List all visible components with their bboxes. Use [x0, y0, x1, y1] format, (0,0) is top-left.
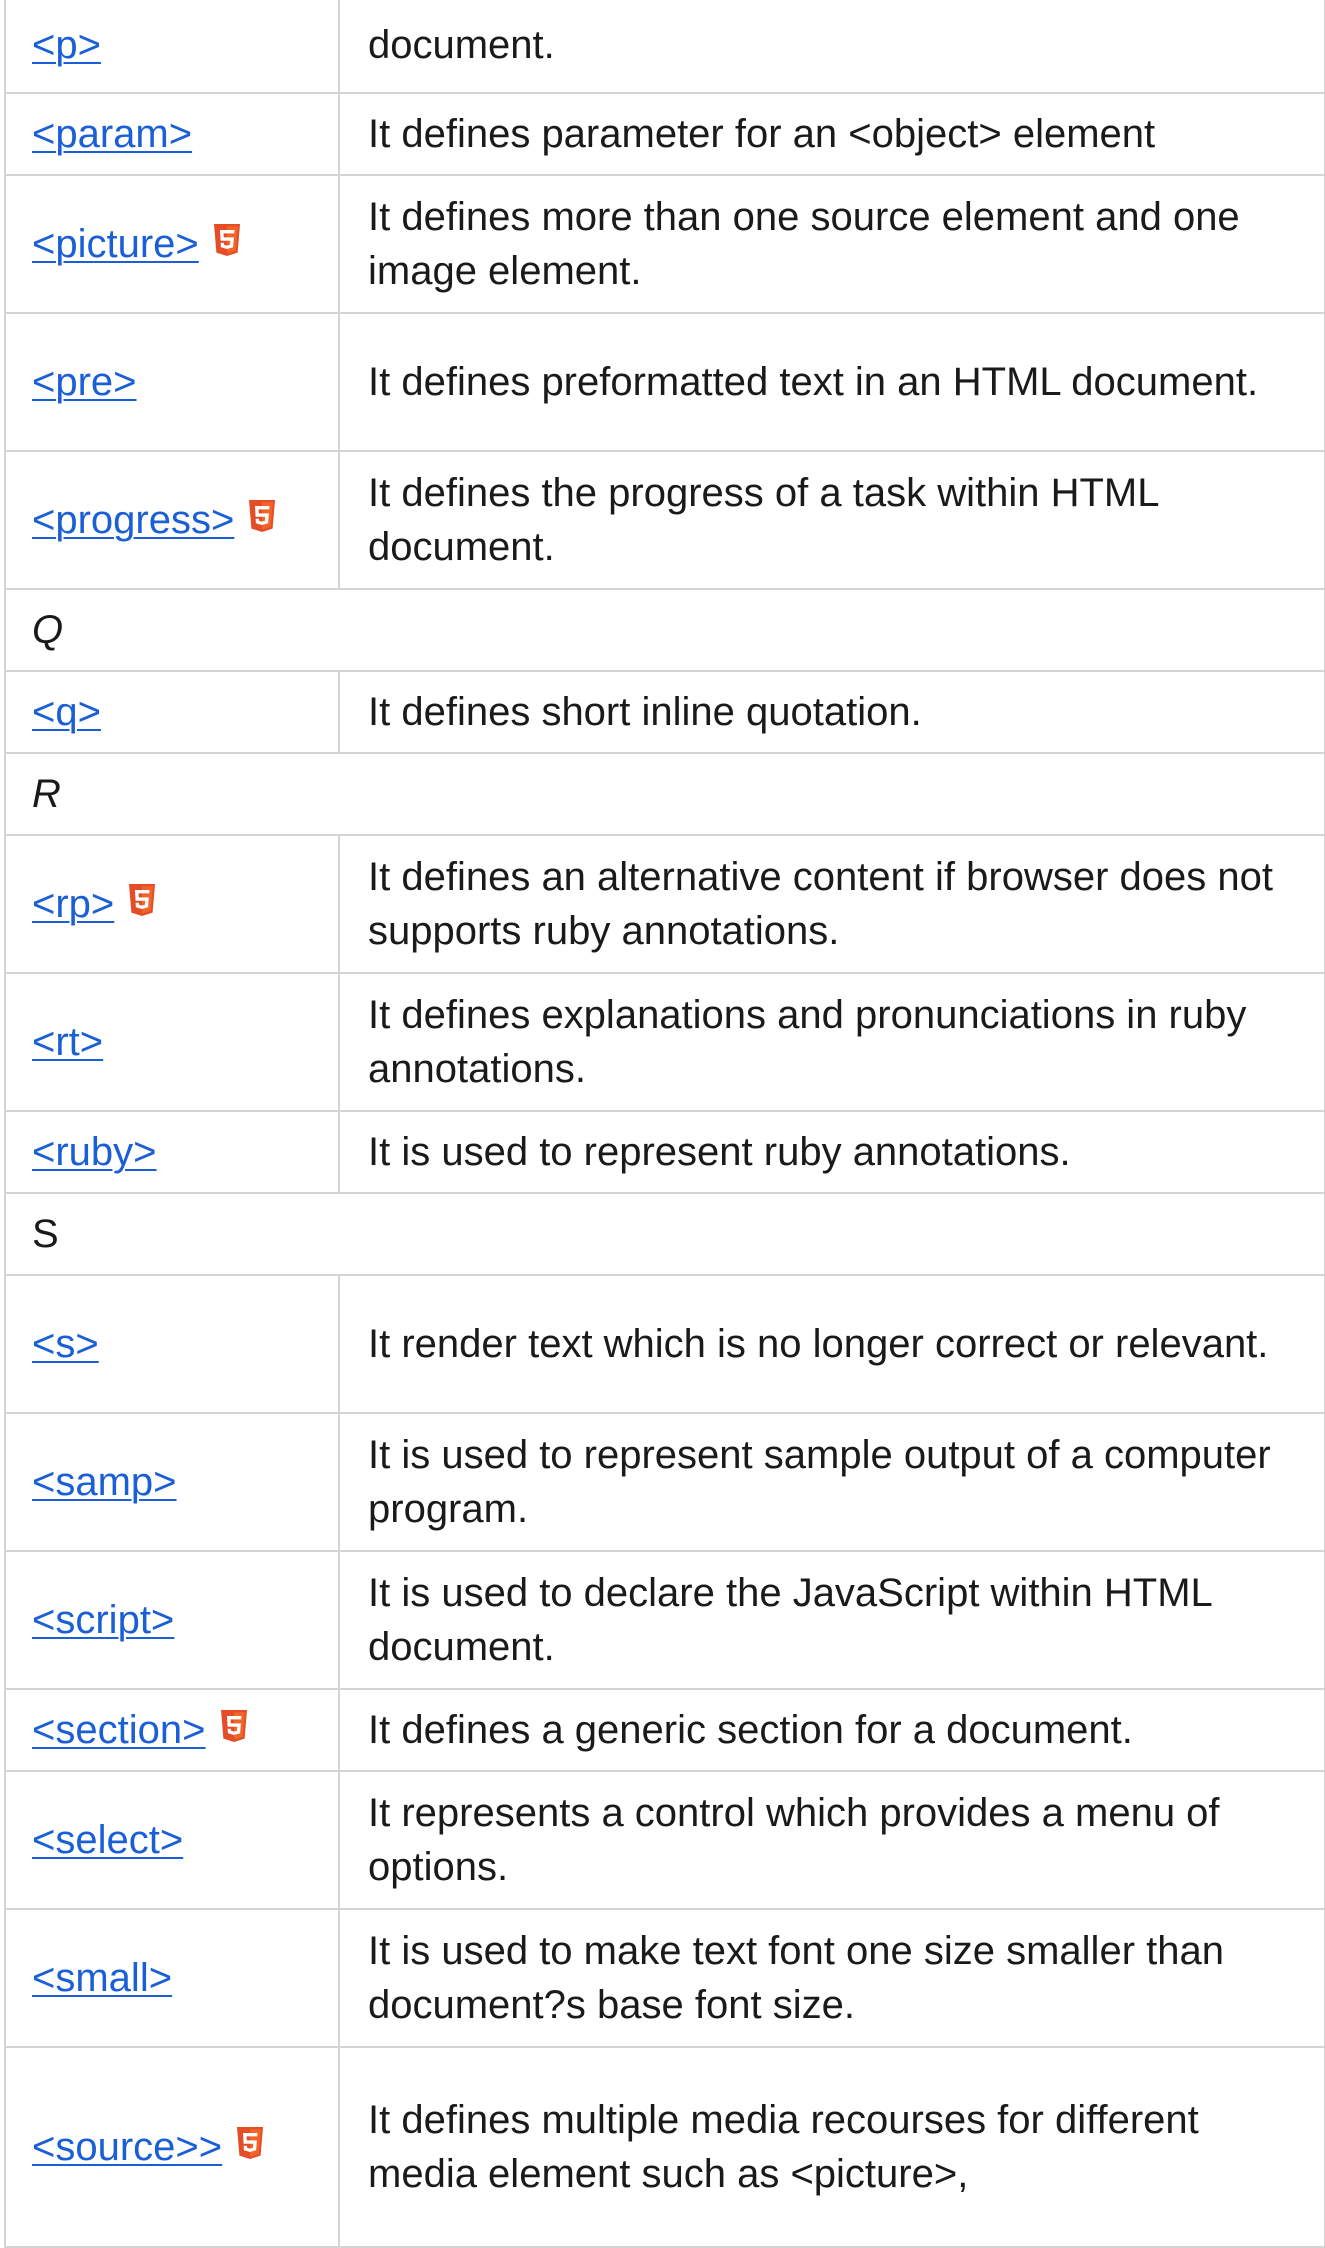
table-row: <source>> It defines multiple media reco… — [4, 2046, 1325, 2248]
html-tags-table: <p> document. <param> It defines parameter … — [4, 0, 1325, 2248]
html5-icon — [249, 500, 276, 532]
html5-icon — [220, 1710, 247, 1742]
table-row: <q> It defines short inline quotation. — [4, 670, 1325, 754]
tag-description: It defines an alternative content if bro… — [338, 834, 1325, 974]
tag-cell: <pre> — [4, 312, 340, 452]
table-row: <select> It represents a control which pr… — [4, 1770, 1325, 1910]
tag-cell: <rt> — [4, 972, 340, 1112]
tag-cell: <source>> — [4, 2046, 340, 2248]
table-row: <s> It render text which is no longer cor… — [4, 1274, 1325, 1414]
tag-link[interactable]: <small> — [32, 1956, 172, 2000]
tag-description: It defines a generic section for a docum… — [338, 1688, 1325, 1772]
tag-link[interactable]: <pre> — [32, 360, 137, 404]
tag-cell: <small> — [4, 1908, 340, 2048]
table-row: <pre> It defines preformatted text in an … — [4, 312, 1325, 452]
section-row-r: R — [4, 752, 1325, 836]
table-row: <section> It defines a generic section f… — [4, 1688, 1325, 1772]
table-row: <picture> It defines more than one sourc… — [4, 174, 1325, 314]
html5-icon — [213, 224, 240, 256]
section-row-s: S — [4, 1192, 1325, 1276]
tag-description: It represents a control which provides a… — [338, 1770, 1325, 1910]
tag-link[interactable]: <rp> — [32, 882, 114, 926]
tag-cell: <s> — [4, 1274, 340, 1414]
tag-cell: <select> — [4, 1770, 340, 1910]
table-row: <small> It is used to make text font one … — [4, 1908, 1325, 2048]
tag-description: It defines short inline quotation. — [338, 670, 1325, 754]
tag-description: It is used to represent sample output of… — [338, 1412, 1325, 1552]
table-row: <ruby> It is used to represent ruby annot… — [4, 1110, 1325, 1194]
tag-description: It defines preformatted text in an HTML … — [338, 312, 1325, 452]
tag-cell: <picture> — [4, 174, 340, 314]
section-row-q: Q — [4, 588, 1325, 672]
tag-link[interactable]: <select> — [32, 1818, 183, 1862]
html5-icon — [129, 884, 156, 916]
table-row: <progress> It defines the progress of a … — [4, 450, 1325, 590]
tag-link[interactable]: <rt> — [32, 1020, 103, 1064]
tag-description: It defines explanations and pronunciatio… — [338, 972, 1325, 1112]
table-row: <rt> It defines explanations and pronunci… — [4, 972, 1325, 1112]
html-tags-table-body: <p> document. <param> It defines parameter … — [4, 0, 1325, 2248]
section-letter: R — [4, 752, 1325, 836]
html5-icon — [237, 2127, 264, 2159]
tag-cell: <param> — [4, 92, 340, 176]
tag-link[interactable]: <progress> — [32, 498, 234, 542]
tag-cell: <section> — [4, 1688, 340, 1772]
table-row: <samp> It is used to represent sample out… — [4, 1412, 1325, 1552]
tag-description: It defines the progress of a task within… — [338, 450, 1325, 590]
tag-link[interactable]: <q> — [32, 690, 101, 734]
tag-cell: <samp> — [4, 1412, 340, 1552]
tag-description: It is used to make text font one size sm… — [338, 1908, 1325, 2048]
tag-description: It is used to declare the JavaScript wit… — [338, 1550, 1325, 1690]
tag-link[interactable]: <section> — [32, 1708, 205, 1752]
table-row: <param> It defines parameter for an <obje… — [4, 92, 1325, 176]
tag-link[interactable]: <s> — [32, 1322, 99, 1366]
tag-reference-table-wrapper: <p> document. <param> It defines parameter … — [0, 0, 1325, 2248]
tag-link[interactable]: <ruby> — [32, 1130, 157, 1174]
tag-link[interactable]: <script> — [32, 1598, 174, 1642]
tag-cell: <p> — [4, 0, 340, 94]
tag-link[interactable]: <samp> — [32, 1460, 177, 1504]
tag-cell: <progress> — [4, 450, 340, 590]
tag-description: It defines parameter for an <object> ele… — [338, 92, 1325, 176]
tag-cell: <script> — [4, 1550, 340, 1690]
section-letter: Q — [4, 588, 1325, 672]
section-letter: S — [4, 1192, 1325, 1276]
tag-description: It render text which is no longer correc… — [338, 1274, 1325, 1414]
table-row: <rp> It defines an alternative content i… — [4, 834, 1325, 974]
tag-link[interactable]: <source>> — [32, 2125, 222, 2169]
tag-cell: <rp> — [4, 834, 340, 974]
tag-description: It is used to represent ruby annotations… — [338, 1110, 1325, 1194]
tag-cell: <q> — [4, 670, 340, 754]
tag-link[interactable]: <picture> — [32, 222, 199, 266]
table-row: <p> document. — [4, 0, 1325, 94]
tag-description: document. — [338, 0, 1325, 94]
table-row: <script> It is used to declare the JavaSc… — [4, 1550, 1325, 1690]
tag-cell: <ruby> — [4, 1110, 340, 1194]
tag-link[interactable]: <p> — [32, 23, 101, 67]
tag-description: It defines multiple media recourses for … — [338, 2046, 1325, 2248]
tag-link[interactable]: <param> — [32, 112, 192, 156]
tag-description: It defines more than one source element … — [338, 174, 1325, 314]
